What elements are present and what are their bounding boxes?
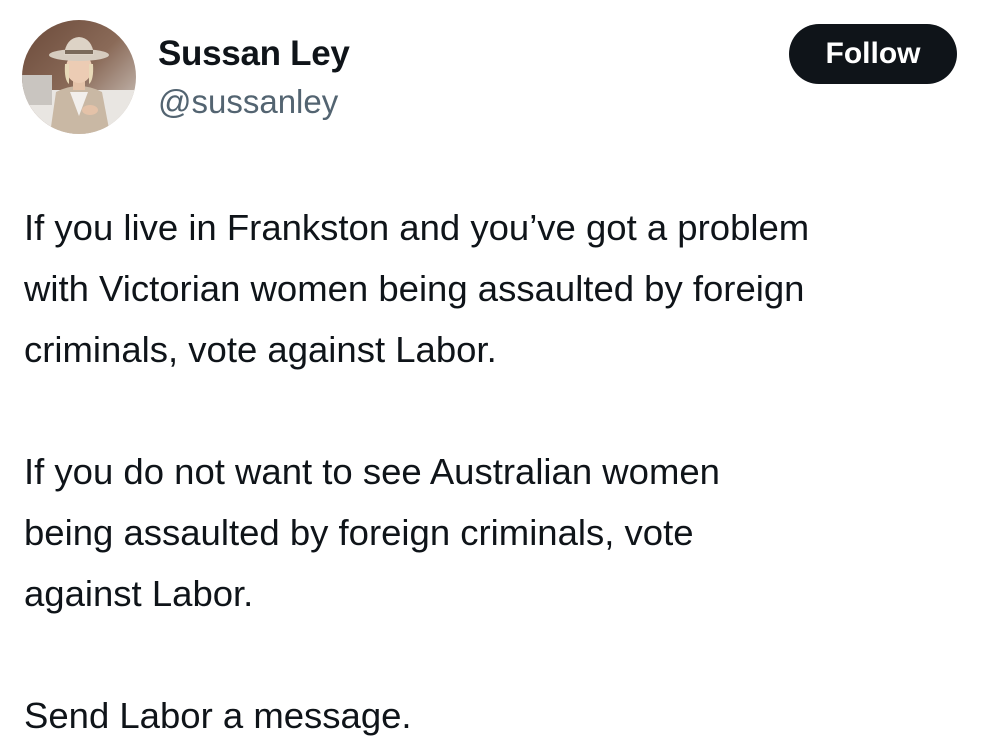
tweet-paragraph: If you do not want to see Australian wom… [24, 451, 720, 614]
tweet-header: Sussan Ley @sussanley Follow [0, 0, 1000, 150]
follow-button[interactable]: Follow [789, 24, 957, 84]
profile-photo-icon [22, 20, 136, 134]
avatar[interactable] [22, 20, 136, 134]
tweet-paragraph: Send Labor a message. [24, 695, 412, 736]
author-name[interactable]: Sussan Ley [158, 34, 350, 74]
tweet-text: If you live in Frankston and you’ve got … [24, 197, 989, 746]
tweet-paragraph: If you live in Frankston and you’ve got … [24, 207, 810, 370]
tweet-card: Sussan Ley @sussanley Follow If you live… [0, 0, 1000, 755]
author-handle[interactable]: @sussanley [158, 82, 338, 122]
